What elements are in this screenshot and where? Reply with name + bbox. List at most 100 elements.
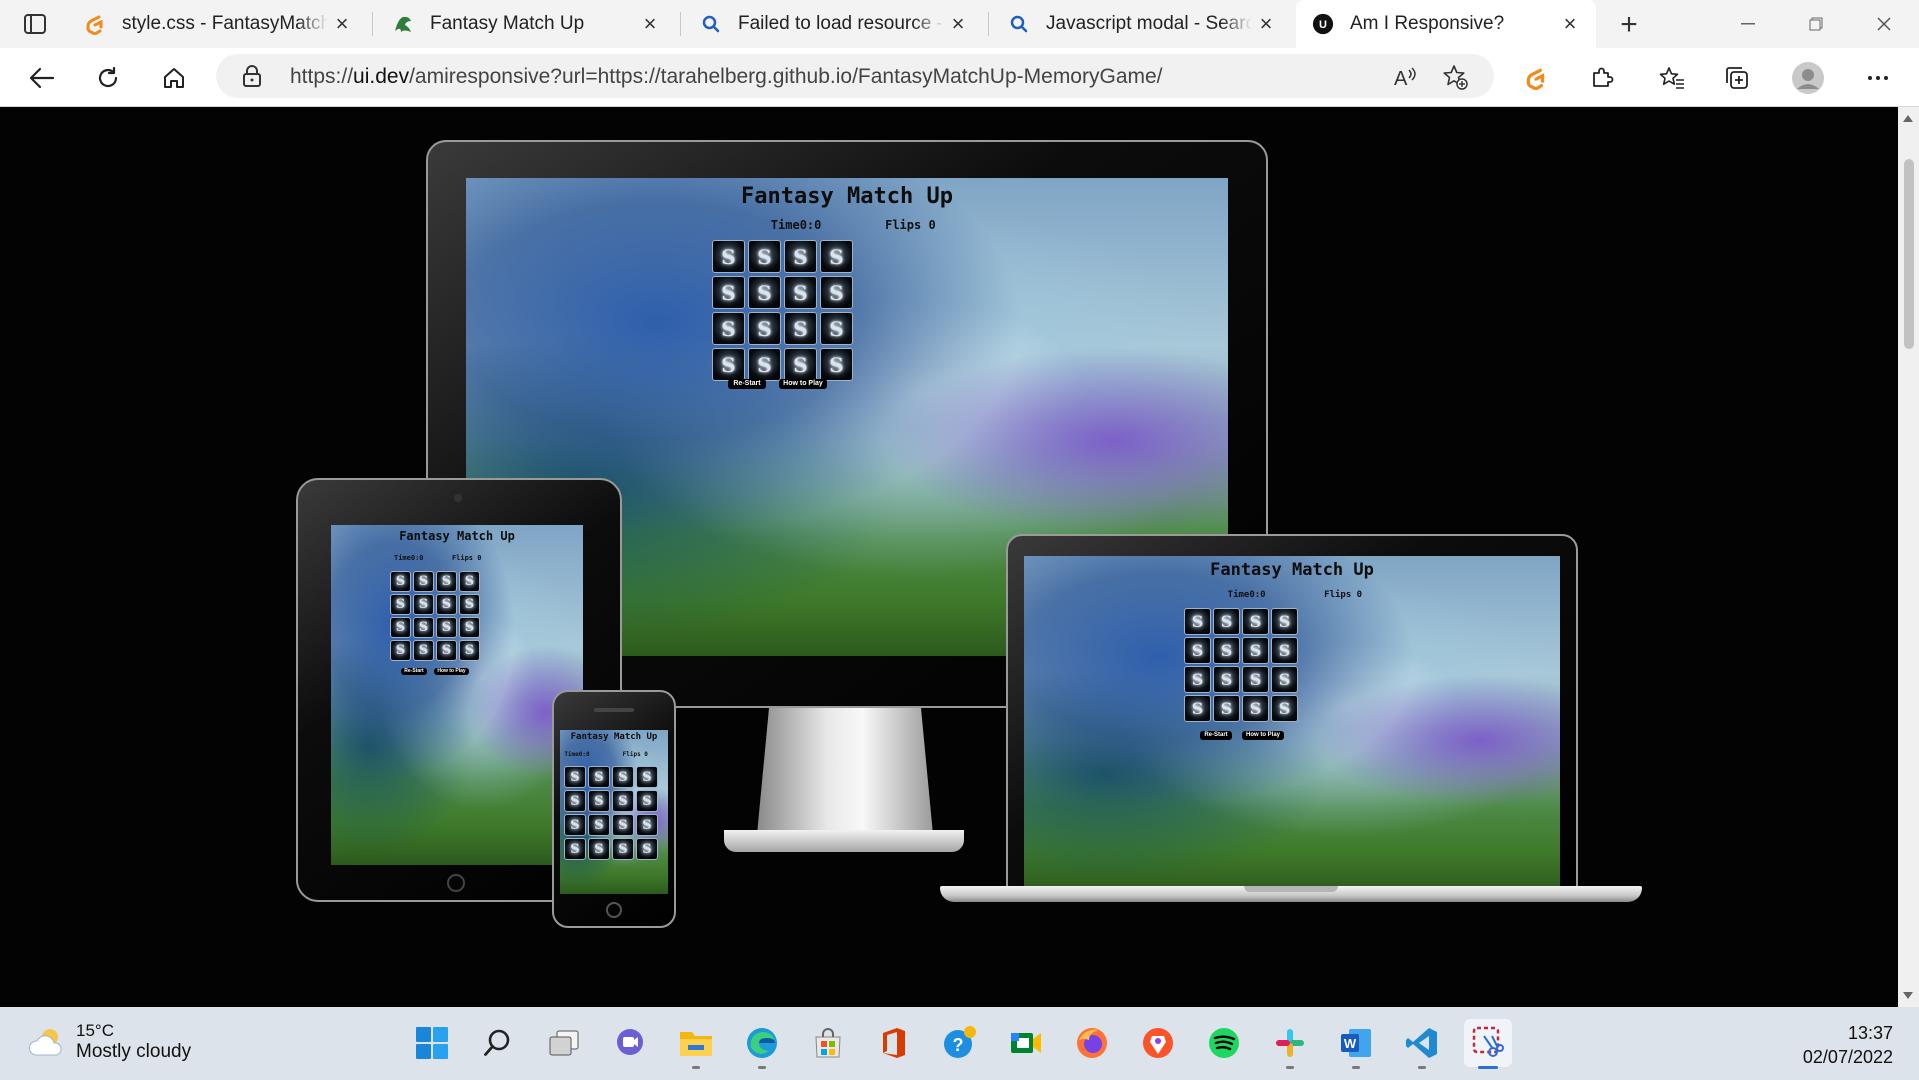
memory-card[interactable]: S: [612, 814, 634, 836]
memory-card[interactable]: S: [564, 766, 586, 788]
memory-card[interactable]: S: [436, 640, 457, 661]
task-view-button[interactable]: [540, 1019, 588, 1067]
memory-card[interactable]: S: [820, 276, 853, 309]
file-explorer-button[interactable]: [672, 1019, 720, 1069]
profile-button[interactable]: [1788, 60, 1828, 96]
url-text[interactable]: https://ui.dev/amiresponsive?url=https:/…: [290, 65, 1163, 89]
teams-chat-button[interactable]: [606, 1019, 654, 1067]
memory-card[interactable]: S: [1184, 637, 1211, 664]
memory-card[interactable]: S: [1184, 666, 1211, 693]
memory-card[interactable]: S: [390, 571, 411, 592]
read-aloud-icon[interactable]: A: [1392, 64, 1418, 90]
system-clock[interactable]: 13:37 02/07/2022: [1803, 1021, 1893, 1069]
tab-javascript-modal[interactable]: Javascript modal - Search ×: [992, 0, 1292, 48]
firefox-button[interactable]: [1068, 1019, 1116, 1067]
memory-card[interactable]: S: [612, 838, 634, 860]
memory-card[interactable]: S: [1271, 695, 1298, 722]
settings-more-button[interactable]: [1858, 60, 1898, 96]
edge-button[interactable]: [738, 1019, 786, 1069]
memory-card[interactable]: S: [1242, 637, 1269, 664]
memory-card[interactable]: S: [784, 276, 817, 309]
memory-card[interactable]: S: [712, 276, 745, 309]
extensions-button[interactable]: [1582, 60, 1622, 96]
tab-style-css[interactable]: style.css - FantasyMatchUp ×: [68, 0, 368, 48]
memory-card[interactable]: S: [1242, 608, 1269, 635]
scroll-up-arrow-icon[interactable]: [1903, 115, 1913, 122]
memory-card[interactable]: S: [820, 348, 853, 381]
slack-button[interactable]: [1266, 1019, 1314, 1069]
restart-button[interactable]: Re-Start: [728, 379, 766, 389]
memory-card[interactable]: S: [1213, 608, 1240, 635]
memory-card[interactable]: S: [820, 312, 853, 345]
memory-card[interactable]: S: [636, 814, 658, 836]
memory-card[interactable]: S: [636, 790, 658, 812]
memory-card[interactable]: S: [1242, 666, 1269, 693]
memory-card[interactable]: S: [820, 240, 853, 273]
office-button[interactable]: [870, 1019, 918, 1067]
memory-card[interactable]: S: [1213, 695, 1240, 722]
memory-card[interactable]: S: [1213, 666, 1240, 693]
taskbar-search-button[interactable]: [474, 1019, 522, 1067]
close-tab-icon[interactable]: ×: [1252, 10, 1280, 38]
tab-fantasy-match-up[interactable]: Fantasy Match Up ×: [376, 0, 676, 48]
memory-card[interactable]: S: [459, 571, 480, 592]
memory-card[interactable]: S: [588, 814, 610, 836]
new-tab-button[interactable]: +: [1612, 8, 1646, 42]
restore-button[interactable]: [1782, 0, 1850, 48]
close-tab-icon[interactable]: ×: [636, 10, 664, 38]
memory-card[interactable]: S: [413, 640, 434, 661]
memory-card[interactable]: S: [459, 594, 480, 615]
word-button[interactable]: W: [1332, 1019, 1380, 1069]
memory-card[interactable]: S: [748, 276, 781, 309]
close-window-button[interactable]: [1850, 0, 1918, 48]
gitpod-extension-button[interactable]: [1516, 60, 1556, 96]
tab-actions-button[interactable]: [14, 10, 56, 38]
memory-card[interactable]: S: [1271, 608, 1298, 635]
how-to-play-button[interactable]: How to Play: [434, 668, 469, 675]
scrollbar-thumb[interactable]: [1904, 159, 1914, 349]
memory-card[interactable]: S: [436, 594, 457, 615]
memory-card[interactable]: S: [588, 790, 610, 812]
memory-card[interactable]: S: [459, 617, 480, 638]
memory-card[interactable]: S: [564, 814, 586, 836]
close-tab-icon[interactable]: ×: [944, 10, 972, 38]
microsoft-store-button[interactable]: [804, 1019, 852, 1067]
memory-card[interactable]: S: [712, 240, 745, 273]
close-tab-icon[interactable]: ×: [1556, 10, 1584, 38]
memory-card[interactable]: S: [748, 312, 781, 345]
memory-card[interactable]: S: [748, 240, 781, 273]
weather-widget[interactable]: 15°C Mostly cloudy: [28, 1021, 191, 1063]
refresh-button[interactable]: [88, 60, 128, 96]
spotify-button[interactable]: [1200, 1019, 1248, 1067]
tab-failed-to-load-resource[interactable]: Failed to load resource - Search ×: [684, 0, 984, 48]
memory-card[interactable]: S: [1184, 695, 1211, 722]
home-button[interactable]: [154, 60, 194, 96]
memory-card[interactable]: S: [636, 838, 658, 860]
add-favorite-icon[interactable]: [1442, 64, 1468, 90]
memory-card[interactable]: S: [712, 312, 745, 345]
memory-card[interactable]: S: [784, 348, 817, 381]
collections-button[interactable]: [1718, 60, 1758, 96]
vscode-button[interactable]: [1398, 1019, 1446, 1069]
memory-card[interactable]: S: [413, 594, 434, 615]
memory-card[interactable]: S: [588, 838, 610, 860]
scroll-down-arrow-icon[interactable]: [1903, 992, 1913, 999]
memory-card[interactable]: S: [436, 571, 457, 592]
memory-card[interactable]: S: [1184, 608, 1211, 635]
back-button[interactable]: [22, 60, 62, 96]
memory-card[interactable]: S: [436, 617, 457, 638]
memory-card[interactable]: S: [784, 312, 817, 345]
memory-card[interactable]: S: [1271, 666, 1298, 693]
memory-card[interactable]: S: [588, 766, 610, 788]
memory-card[interactable]: S: [564, 838, 586, 860]
snipping-tool-button[interactable]: [1464, 1019, 1512, 1069]
memory-card[interactable]: S: [612, 766, 634, 788]
address-bar[interactable]: https://ui.dev/amiresponsive?url=https:/…: [216, 54, 1494, 98]
minimize-button[interactable]: [1714, 0, 1782, 48]
memory-card[interactable]: S: [390, 640, 411, 661]
how-to-play-button[interactable]: How to Play: [779, 379, 827, 389]
how-to-play-button[interactable]: How to Play: [1242, 731, 1284, 740]
memory-card[interactable]: S: [784, 240, 817, 273]
memory-card[interactable]: S: [748, 348, 781, 381]
memory-card[interactable]: S: [712, 348, 745, 381]
